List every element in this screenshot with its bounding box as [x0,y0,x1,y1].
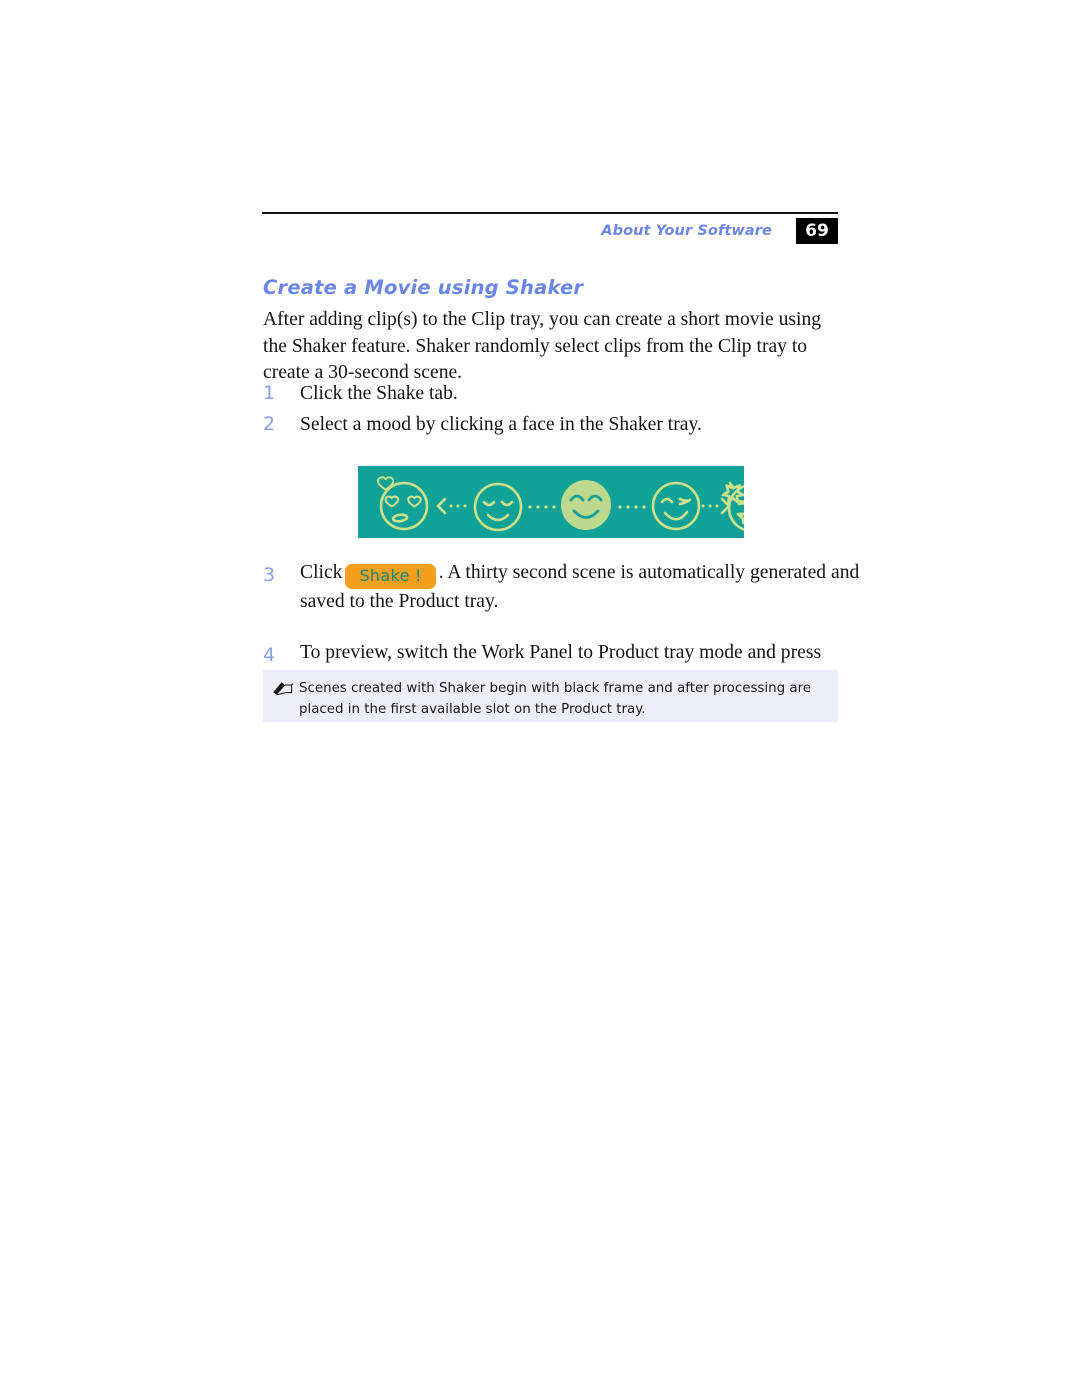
step-number: 2 [263,413,276,435]
step-number: 3 [263,564,276,586]
intro-paragraph: After adding clip(s) to the Clip tray, y… [263,309,822,384]
face-in-love-glyph [377,476,429,531]
running-header: About Your Software 69 [262,216,838,246]
pencil-note-icon [263,678,299,697]
page-number-badge: 69 [796,218,838,244]
connector-arrow-right [701,497,731,515]
connector-dots-2 [618,505,646,509]
step-number: 4 [263,644,276,667]
connector-arrow-left [436,497,467,515]
step-text: Select a mood by clicking a face in the … [300,414,702,435]
list-item: 2 Select a mood by clicking a face in th… [263,409,863,440]
face-excited-glyph [721,481,744,531]
face-happy-glyph [561,480,611,530]
step-text: Click the Shake tab. [300,383,458,404]
shake-button[interactable]: Shake ! [345,564,436,589]
step-number: 1 [263,382,276,404]
section-heading: Create a Movie using Shaker [263,276,584,299]
list-item: 1 Click the Shake tab. [263,378,863,409]
shake-button-label: Shake ! [359,566,422,585]
face-winking-glyph [651,481,701,531]
step-text: Click Shake !. A thirty second scene is a… [300,560,863,615]
note-callout: Scenes created with Shaker begin with bl… [263,670,838,722]
shaker-mood-tray[interactable] [358,466,744,538]
document-page: About Your Software 69 Create a Movie us… [0,0,1080,1397]
steps-list-top: 1 Click the Shake tab. 2 Select a mood b… [263,378,863,440]
face-relaxed-glyph [473,482,523,532]
step-text-before: Click [300,562,343,583]
header-title: About Your Software [601,223,772,239]
list-item: 3 Click Shake !. A thirty second scene is… [263,560,863,615]
shaker-tray-graphic [377,476,744,532]
note-text: Scenes created with Shaker begin with bl… [299,681,812,717]
header-divider [262,212,838,214]
connector-dots-1 [528,505,556,509]
